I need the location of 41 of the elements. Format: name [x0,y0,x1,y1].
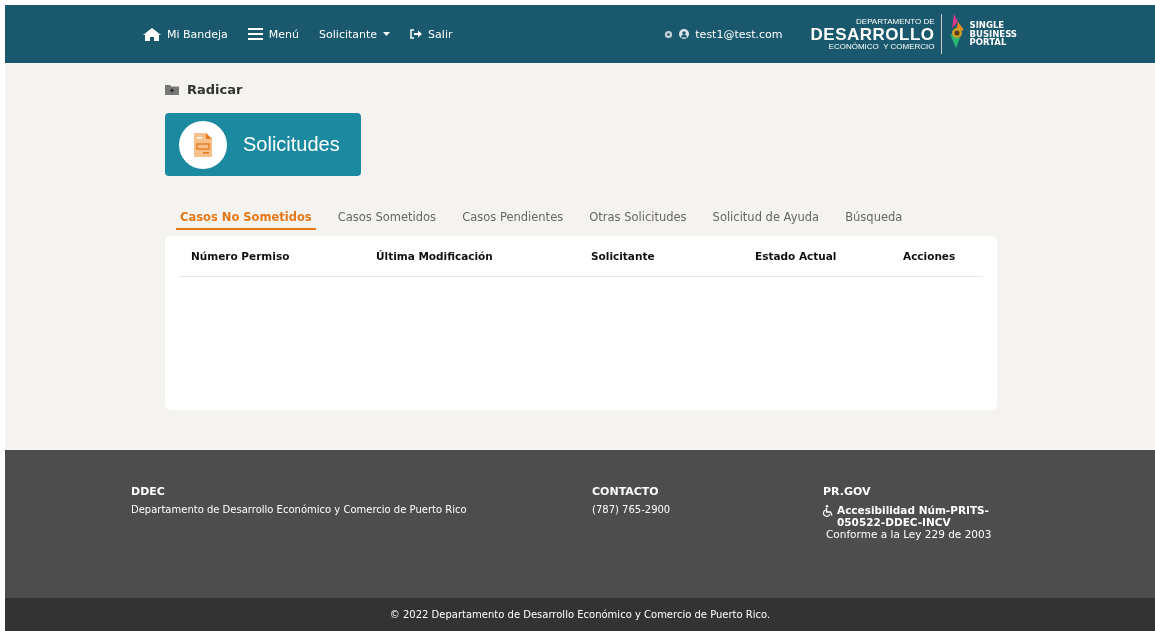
column-header: Acciones [903,250,957,262]
tab[interactable]: Casos Sometidos [333,206,441,230]
logo-text: SINGLE [969,20,1006,30]
footer-text: Conforme a la Ley 229 de 2003 [825,528,993,540]
gear-icon[interactable] [664,29,674,39]
tab[interactable]: Solicitud de Ayuda [708,206,824,230]
user-icon [679,29,690,39]
logo-text: BUSINESS [969,29,1017,39]
logo-text: DEPARTAMENTO DE [856,17,935,26]
nav-link[interactable]: Menú [247,27,300,41]
tab[interactable]: Casos Pendientes [458,206,568,230]
column-header: Número Permiso [191,250,291,262]
nav-link[interactable]: Solicitante [319,27,391,41]
radicar-link[interactable]: Radicar [187,82,243,97]
home-icon [143,27,161,41]
footer-heading: PR.GOV [823,485,872,498]
wheelchair-icon [823,505,834,517]
tab[interactable]: Búsqueda [841,206,907,230]
solicitudes-card[interactable]: Solicitudes [165,113,361,176]
folder-plus-icon[interactable] [165,84,179,95]
card-title: Solicitudes [243,133,340,156]
logo-text: ECONÓMICO Y COMERCIO [828,42,935,51]
copyright-text: © 2022 Departamento de Desarrollo Económico y Comercio de Puerto Rico. [389,609,771,620]
column-header: Estado Actual [755,250,838,262]
logo-text: PORTAL [969,38,1008,48]
column-header: Última Modificación [376,250,494,262]
tab[interactable]: Otras Solicitudes [585,206,691,230]
user-email[interactable]: test1@test.com [695,27,783,41]
nav-link[interactable]: Mi Bandeja [143,27,228,41]
footer-heading: CONTACTO [592,485,660,498]
footer-text: (787) 765-2900 [592,504,672,515]
document-icon [194,132,212,157]
footer-heading: DDEC [131,485,166,498]
caret-icon [383,32,391,36]
accessibility-link[interactable]: Accesibilidad Núm-PRITS-050522-DDEC-INCV [837,504,1003,528]
footer-text: Departamento de Desarrollo Económico y Comercio de Puerto Rico [131,504,468,515]
menu-icon [247,28,263,40]
logo-title: DESARROLLO [810,25,935,43]
column-header: Solicitante [591,250,656,262]
logout-icon [410,29,423,39]
nav-link[interactable]: Salir [410,27,453,41]
